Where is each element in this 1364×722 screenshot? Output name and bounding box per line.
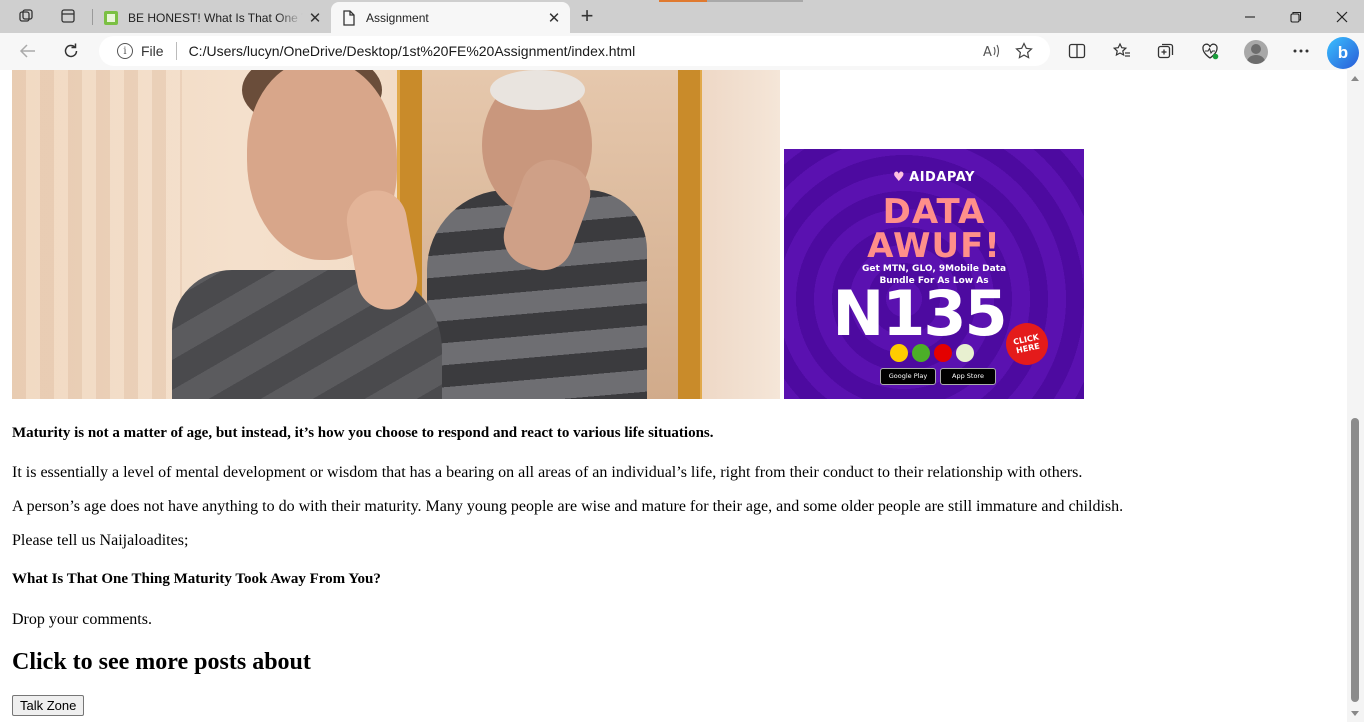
more-posts-heading: Click to see more posts about bbox=[12, 649, 311, 675]
heart-icon: ♥ bbox=[893, 170, 906, 185]
browser-essentials-icon[interactable] bbox=[1195, 37, 1225, 65]
workspaces-icon[interactable] bbox=[13, 5, 39, 27]
ad-brand: ♥ AIDAPAY bbox=[893, 170, 975, 185]
more-options-icon[interactable] bbox=[1286, 37, 1316, 65]
scroll-down-icon[interactable] bbox=[1351, 711, 1359, 716]
paragraph: A person’s age does not have anything to… bbox=[12, 498, 1124, 515]
page-scrollbar[interactable] bbox=[1347, 70, 1364, 722]
tab-title: BE HONEST! What Is That One Thing bbox=[128, 10, 303, 25]
ad-banner[interactable]: ♥ AIDAPAY DATA AWUF! Get MTN, GLO, 9Mobil… bbox=[784, 149, 1084, 399]
minimize-button[interactable] bbox=[1227, 0, 1273, 33]
read-aloud-icon[interactable]: A bbox=[976, 43, 1008, 59]
page-favicon-icon bbox=[103, 10, 119, 26]
refresh-button[interactable] bbox=[56, 37, 86, 65]
lead-paragraph: Maturity is not a matter of age, but ins… bbox=[12, 425, 714, 441]
talk-zone-button[interactable]: Talk Zone bbox=[12, 695, 85, 716]
tab-inactive[interactable]: BE HONEST! What Is That One Thing ✕ bbox=[93, 2, 331, 33]
new-tab-button[interactable]: + bbox=[575, 3, 599, 28]
tab-actions-icon[interactable] bbox=[55, 5, 81, 27]
scrollbar-thumb[interactable] bbox=[1351, 418, 1359, 702]
tab-strip: BE HONEST! What Is That One Thing ✕ Assi… bbox=[0, 0, 1364, 33]
google-play-badge[interactable]: Google Play bbox=[880, 368, 936, 385]
tab-title: Assignment bbox=[366, 10, 429, 25]
svg-text:A: A bbox=[983, 45, 992, 59]
network-logos bbox=[890, 344, 974, 362]
tab-active[interactable]: Assignment ✕ bbox=[331, 2, 570, 33]
glo-logo-icon bbox=[912, 344, 930, 362]
favorite-star-icon[interactable] bbox=[1008, 42, 1040, 60]
ad-headline: DATA AWUF! bbox=[867, 192, 1001, 266]
close-icon[interactable]: ✕ bbox=[542, 6, 566, 30]
document-icon bbox=[341, 9, 357, 26]
app-store-badges: Google Play App Store bbox=[880, 368, 996, 385]
address-divider bbox=[175, 42, 177, 60]
close-icon[interactable]: ✕ bbox=[303, 6, 327, 30]
page-viewport: ♥ AIDAPAY DATA AWUF! Get MTN, GLO, 9Mobil… bbox=[4, 70, 1347, 722]
hero-image-man-mirror bbox=[12, 70, 780, 399]
close-window-button[interactable] bbox=[1319, 0, 1364, 33]
restore-button[interactable] bbox=[1273, 0, 1319, 33]
paragraph: Please tell us Naijaloadites; bbox=[12, 532, 189, 549]
9mobile-logo-icon bbox=[956, 344, 974, 362]
tab-strip-indicator bbox=[707, 0, 803, 2]
paragraph: Drop your comments. bbox=[12, 611, 152, 628]
browser-toolbar: i File C:/Users/lucyn/OneDrive/Desktop/1… bbox=[0, 33, 1364, 70]
airtel-logo-icon bbox=[934, 344, 952, 362]
back-button[interactable] bbox=[13, 37, 43, 65]
profile-avatar[interactable] bbox=[1244, 40, 1268, 64]
question-heading: What Is That One Thing Maturity Took Awa… bbox=[12, 571, 381, 587]
favorites-icon[interactable] bbox=[1107, 37, 1137, 65]
bing-copilot-icon[interactable]: b bbox=[1327, 37, 1359, 69]
info-icon[interactable]: i bbox=[117, 43, 133, 59]
address-bar[interactable]: i File C:/Users/lucyn/OneDrive/Desktop/1… bbox=[99, 36, 1050, 66]
collections-icon[interactable] bbox=[1151, 37, 1181, 65]
loading-indicator bbox=[659, 0, 707, 2]
url-scheme: File bbox=[141, 43, 164, 59]
app-store-badge[interactable]: App Store bbox=[940, 368, 996, 385]
scroll-up-icon[interactable] bbox=[1351, 76, 1359, 81]
url-text[interactable]: C:/Users/lucyn/OneDrive/Desktop/1st%20FE… bbox=[189, 43, 976, 59]
mtn-logo-icon bbox=[890, 344, 908, 362]
paragraph: It is essentially a level of mental deve… bbox=[12, 464, 1083, 481]
split-screen-icon[interactable] bbox=[1062, 37, 1092, 65]
